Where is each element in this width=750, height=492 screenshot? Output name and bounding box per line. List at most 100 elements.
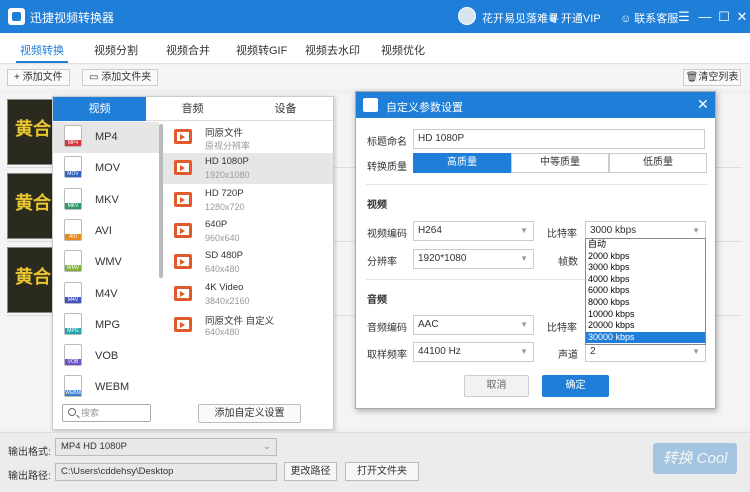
resolution-select[interactable]: 1920*1080 ▼ [413, 249, 534, 269]
video-file-icon [174, 191, 192, 207]
quality-medium-button[interactable]: 中等质量 [511, 153, 609, 173]
service-label: 联系客服 [634, 13, 679, 25]
format-search-input[interactable]: 搜索 [62, 404, 151, 422]
tab-video-split[interactable]: 视频分割 [94, 42, 138, 58]
format-item-mov[interactable]: MOV MOV [53, 153, 159, 184]
change-path-button[interactable]: 更改路径 [284, 462, 337, 481]
vip-label: 开通VIP [560, 13, 601, 25]
video-file-icon [174, 285, 192, 301]
toolbar: + 添加文件 ▭ 添加文件夹 [0, 65, 750, 89]
tab-video-optimize[interactable]: 视频优化 [381, 42, 425, 58]
tab-remove-watermark[interactable]: 视频去水印 [305, 42, 360, 58]
samplerate-select[interactable]: 44100 Hz ▼ [413, 342, 534, 362]
video-codec-value: H264 [418, 225, 442, 236]
minimize-button[interactable]: — [697, 9, 713, 24]
format-item-mkv[interactable]: MKV MKV [53, 185, 159, 216]
ok-button[interactable]: 确定 [542, 375, 609, 397]
bitrate-option[interactable]: 6000 kbps [586, 285, 705, 297]
vip-button[interactable]: ♛ 开通VIP [548, 10, 601, 26]
preset-item[interactable]: 4K Video 3840x2160 [163, 279, 333, 310]
format-item-wmv[interactable]: WMV WMV [53, 247, 159, 278]
format-item-m4v[interactable]: M4V M4V [53, 279, 159, 310]
quality-low-button[interactable]: 低质量 [609, 153, 707, 173]
add-custom-setting-button[interactable]: 添加自定义设置 [198, 404, 301, 423]
format-item-mpg[interactable]: MPG MPG [53, 310, 159, 341]
tab-video-formats[interactable]: 视频 [53, 97, 146, 121]
preset-item[interactable]: 同原文件 原视分辨率 [163, 122, 333, 153]
preset-name: 同原文件 自定义 [205, 315, 275, 327]
bitrate-option[interactable]: 自动 [586, 239, 705, 251]
bitrate-option[interactable]: 10000 kbps [586, 309, 705, 321]
preset-item[interactable]: HD 1080P 1920x1080 [163, 153, 333, 185]
video-codec-select[interactable]: H264 ▼ [413, 221, 534, 241]
output-path-label: 输出路径: [8, 471, 51, 482]
format-item-avi[interactable]: AVI AVI [53, 216, 159, 247]
channel-value: 2 [590, 346, 596, 357]
open-folder-button[interactable]: 打开文件夹 [345, 462, 419, 481]
preset-resolution: 640x480 [205, 264, 240, 275]
chat-icon: ☺ [620, 13, 635, 25]
samplerate-value: 44100 Hz [418, 346, 461, 357]
maximize-button[interactable]: ☐ [716, 9, 732, 25]
name-label: 标题命名 [367, 137, 407, 148]
user-avatar[interactable] [458, 7, 476, 25]
active-tab-indicator [16, 61, 68, 63]
tab-video-merge[interactable]: 视频合并 [166, 42, 210, 58]
divider [366, 184, 707, 185]
tab-video-to-gif[interactable]: 视频转GIF [236, 42, 287, 58]
tab-device-formats[interactable]: 设备 [239, 97, 332, 121]
tab-video-convert[interactable]: 视频转换 [20, 42, 64, 58]
trash-icon: 🗑 [685, 72, 699, 83]
audio-codec-select[interactable]: AAC ▼ [413, 315, 534, 335]
preset-item[interactable]: 640P 960x640 [163, 216, 333, 247]
add-folder-button[interactable]: ▭ 添加文件夹 [82, 69, 159, 86]
clear-list-button[interactable]: 🗑清空列表 [683, 69, 741, 86]
format-item-vob[interactable]: VOB VOB [53, 341, 159, 372]
bitrate-option[interactable]: 30000 kbps [586, 331, 705, 344]
format-label: MPG [95, 318, 121, 331]
format-label: M4V [95, 287, 118, 300]
name-input[interactable]: HD 1080P [413, 129, 705, 149]
video-file-icon [174, 129, 192, 144]
output-format-label: 输出格式: [8, 447, 51, 458]
preset-resolution: 640x480 [205, 326, 240, 337]
dialog-logo-icon [363, 98, 378, 112]
preset-item[interactable]: 同原文件 自定义 640x480 [163, 310, 333, 341]
preset-name: 640P [205, 218, 228, 230]
video-file-icon [174, 160, 192, 176]
add-file-button[interactable]: + 添加文件 [7, 69, 70, 86]
format-label: AVI [95, 224, 112, 237]
resolution-value: 1920*1080 [418, 253, 467, 264]
format-panel: 视频 音频 设备 MP4 MP4 MOV MOV MKV MKV AVI AVI WMV WMV M… [52, 96, 334, 430]
file-format-icon: MOV [64, 156, 82, 179]
format-item-webm[interactable]: WEBM WEBM [53, 372, 159, 403]
dialog-close-button[interactable]: ✕ [697, 96, 709, 113]
format-label: WMV [95, 256, 122, 269]
bitrate-option[interactable]: 3000 kbps [586, 262, 705, 274]
menu-icon[interactable]: ☰ [676, 9, 692, 25]
bitrate-option[interactable]: 4000 kbps [586, 274, 705, 286]
preset-item[interactable]: SD 480P 640x480 [163, 247, 333, 278]
preset-item[interactable]: HD 720P 1280x720 [163, 185, 333, 216]
audio-codec-label: 音频编码 [367, 323, 407, 334]
bitrate-option[interactable]: 8000 kbps [586, 297, 705, 309]
preset-resolution: 1920x1080 [205, 170, 250, 181]
bitrate-option[interactable]: 20000 kbps [586, 320, 705, 332]
chevron-down-icon: ▼ [520, 226, 528, 235]
output-path-field[interactable]: C:\Users\cddehsy\Desktop [55, 463, 277, 481]
file-format-icon: MKV [64, 187, 82, 210]
channel-select[interactable]: 2 ▼ [585, 342, 706, 362]
cancel-button[interactable]: 取消 [464, 375, 529, 397]
video-section-title: 视频 [367, 200, 387, 211]
title-bar: 迅捷视频转换器 花开易见落难寻 ♛ 开通VIP ☺ 联系客服 ☰ — ☐ ✕ [0, 0, 750, 33]
vip-icon: ♛ [548, 13, 561, 25]
customer-service-button[interactable]: ☺ 联系客服 [620, 10, 678, 26]
close-button[interactable]: ✕ [734, 9, 750, 25]
output-format-select[interactable]: MP4 HD 1080P ⌄ [55, 438, 277, 456]
format-item-mp4[interactable]: MP4 MP4 [53, 122, 159, 153]
tab-audio-formats[interactable]: 音频 [146, 97, 239, 121]
bitrate-value: 3000 kbps [590, 225, 637, 236]
bitrate-option[interactable]: 2000 kbps [586, 251, 705, 263]
quality-high-button[interactable]: 高质量 [413, 153, 511, 173]
chevron-down-icon: ▼ [520, 320, 528, 329]
